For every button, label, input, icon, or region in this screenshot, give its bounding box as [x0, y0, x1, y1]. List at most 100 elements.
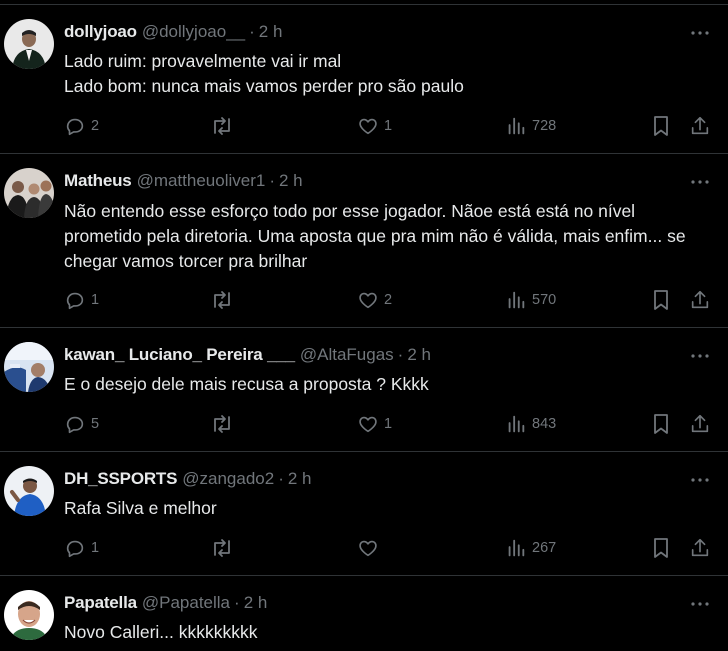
more-options-button[interactable]	[690, 470, 710, 490]
share-button[interactable]	[689, 536, 711, 560]
retweet-icon	[214, 291, 230, 309]
tweet-text: E o desejo dele mais recusa a proposta ?…	[64, 374, 429, 394]
like-count: 1	[384, 118, 393, 134]
reply-count: 5	[91, 416, 100, 432]
separator-dot: ·	[234, 593, 240, 612]
timestamp[interactable]: 2 h	[407, 345, 431, 365]
more-options-button[interactable]	[690, 172, 710, 192]
avatar[interactable]	[4, 590, 54, 640]
separator-dot: ·	[249, 22, 255, 41]
avatar[interactable]	[4, 466, 54, 516]
views-icon	[508, 539, 525, 557]
views-button[interactable]: 728	[505, 114, 556, 138]
more-icon	[691, 354, 709, 358]
tweet[interactable]: kawan_ Luciano_ Pereira ___ @AltaFugas ·…	[0, 328, 728, 452]
views-count: 267	[532, 540, 557, 556]
tweet[interactable]: Papatella @Papatella · 2 h Novo Calleri.…	[0, 576, 728, 651]
like-count: 2	[384, 292, 393, 308]
display-name[interactable]: Matheus	[64, 171, 132, 191]
more-options-button[interactable]	[690, 23, 710, 43]
views-count: 728	[532, 118, 557, 134]
tweet-header: Papatella @Papatella · 2 h	[64, 592, 267, 614]
views-count: 843	[532, 416, 557, 432]
bookmark-button[interactable]	[651, 412, 671, 436]
retweet-button[interactable]	[210, 114, 234, 138]
like-button[interactable]: 2	[357, 288, 392, 312]
views-button[interactable]: 570	[505, 288, 556, 312]
display-name[interactable]: kawan_ Luciano_ Pereira ___	[64, 345, 295, 365]
tweet-text: Rafa Silva e melhor	[64, 498, 217, 518]
retweet-button[interactable]	[210, 536, 234, 560]
avatar[interactable]	[4, 342, 54, 392]
like-button[interactable]	[357, 536, 379, 560]
retweet-icon	[214, 539, 230, 557]
timestamp[interactable]: 2 h	[244, 593, 268, 613]
tweet[interactable]: Matheus @mattheuoliver1 · 2 h Não entend…	[0, 154, 728, 328]
reply-button[interactable]: 1	[64, 536, 99, 560]
more-icon	[691, 180, 709, 184]
views-button[interactable]: 843	[505, 412, 556, 436]
user-handle[interactable]: @dollyjoao__	[142, 22, 245, 42]
reply-button[interactable]: 5	[64, 412, 99, 436]
user-handle[interactable]: @zangado2	[182, 469, 274, 489]
more-options-button[interactable]	[690, 594, 710, 614]
bookmark-icon	[654, 538, 668, 558]
views-icon	[508, 415, 525, 433]
tweet[interactable]: DH_SSPORTS @zangado2 · 2 h Rafa Silva e …	[0, 452, 728, 576]
avatar[interactable]	[4, 168, 54, 218]
separator-dot: ·	[269, 171, 275, 190]
retweet-icon	[214, 415, 230, 433]
share-icon	[691, 116, 709, 135]
share-button[interactable]	[689, 114, 711, 138]
like-button[interactable]: 1	[357, 412, 392, 436]
more-options-button[interactable]	[690, 346, 710, 366]
user-handle[interactable]: @mattheuoliver1	[137, 171, 266, 191]
bookmark-button[interactable]	[651, 536, 671, 560]
separator-dot: ·	[397, 345, 404, 364]
tweet-text: Não entendo esse esforço todo por esse j…	[64, 201, 686, 271]
like-icon	[359, 540, 377, 557]
bookmark-icon	[654, 116, 668, 136]
like-count: 1	[384, 416, 393, 432]
reply-icon	[66, 540, 84, 558]
display-name[interactable]: DH_SSPORTS	[64, 469, 177, 489]
like-icon	[359, 292, 377, 309]
more-icon	[691, 602, 709, 606]
like-button[interactable]: 1	[357, 114, 392, 138]
bookmark-button[interactable]	[651, 114, 671, 138]
tweet-header: Matheus @mattheuoliver1 · 2 h	[64, 170, 303, 192]
retweet-icon	[214, 117, 230, 135]
like-icon	[359, 118, 377, 135]
share-icon	[691, 414, 709, 433]
timestamp[interactable]: 2 h	[288, 469, 312, 489]
share-icon	[691, 290, 709, 309]
reply-icon	[66, 292, 84, 310]
tweet[interactable]: dollyjoao @dollyjoao__ · 2 h Lado ruim: …	[0, 5, 728, 154]
bookmark-button[interactable]	[651, 288, 671, 312]
reply-icon	[66, 416, 84, 434]
reply-count: 2	[91, 118, 100, 134]
user-handle[interactable]: @Papatella	[142, 593, 230, 613]
share-icon	[691, 538, 709, 557]
display-name[interactable]: Papatella	[64, 593, 137, 613]
user-handle[interactable]: @AltaFugas	[300, 345, 394, 365]
reply-button[interactable]: 2	[64, 114, 99, 138]
tweet-text: Novo Calleri... kkkkkkkkk	[64, 622, 258, 642]
timestamp[interactable]: 2 h	[259, 22, 283, 42]
timestamp[interactable]: 2 h	[279, 171, 303, 191]
retweet-button[interactable]	[210, 288, 234, 312]
share-button[interactable]	[689, 288, 711, 312]
tweet-text: Lado ruim: provavelmente vai ir mal Lado…	[64, 51, 464, 96]
reply-count: 1	[91, 292, 100, 308]
views-button[interactable]: 267	[505, 536, 556, 560]
like-icon	[359, 416, 377, 433]
tweet-header: DH_SSPORTS @zangado2 · 2 h	[64, 468, 312, 490]
tweet-header: kawan_ Luciano_ Pereira ___ @AltaFugas ·…	[64, 344, 431, 366]
separator-dot: ·	[278, 469, 284, 488]
avatar[interactable]	[4, 19, 54, 69]
share-button[interactable]	[689, 412, 711, 436]
bookmark-icon	[654, 414, 668, 434]
reply-button[interactable]: 1	[64, 288, 99, 312]
retweet-button[interactable]	[210, 412, 234, 436]
display-name[interactable]: dollyjoao	[64, 22, 137, 42]
